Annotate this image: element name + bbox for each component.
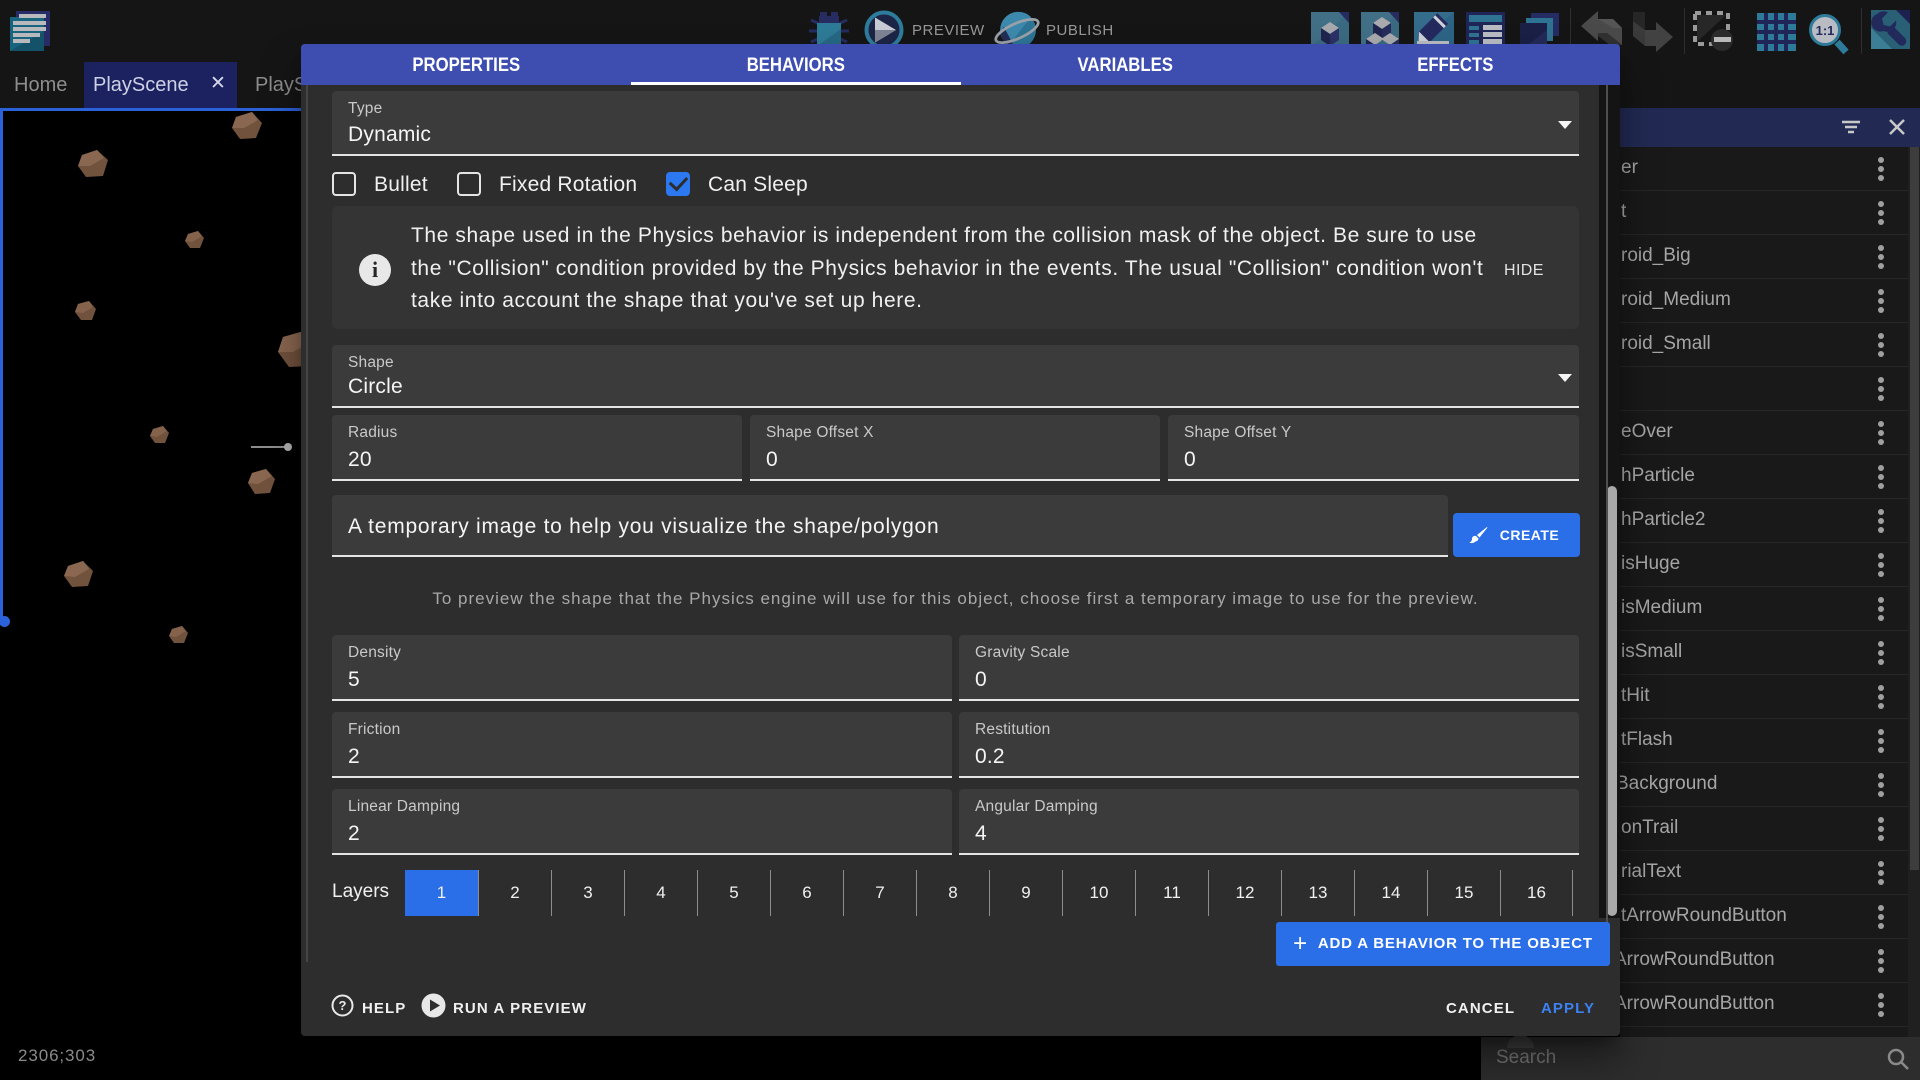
svg-text:1:1: 1:1 <box>1816 23 1835 38</box>
svg-text:?: ? <box>339 998 347 1013</box>
